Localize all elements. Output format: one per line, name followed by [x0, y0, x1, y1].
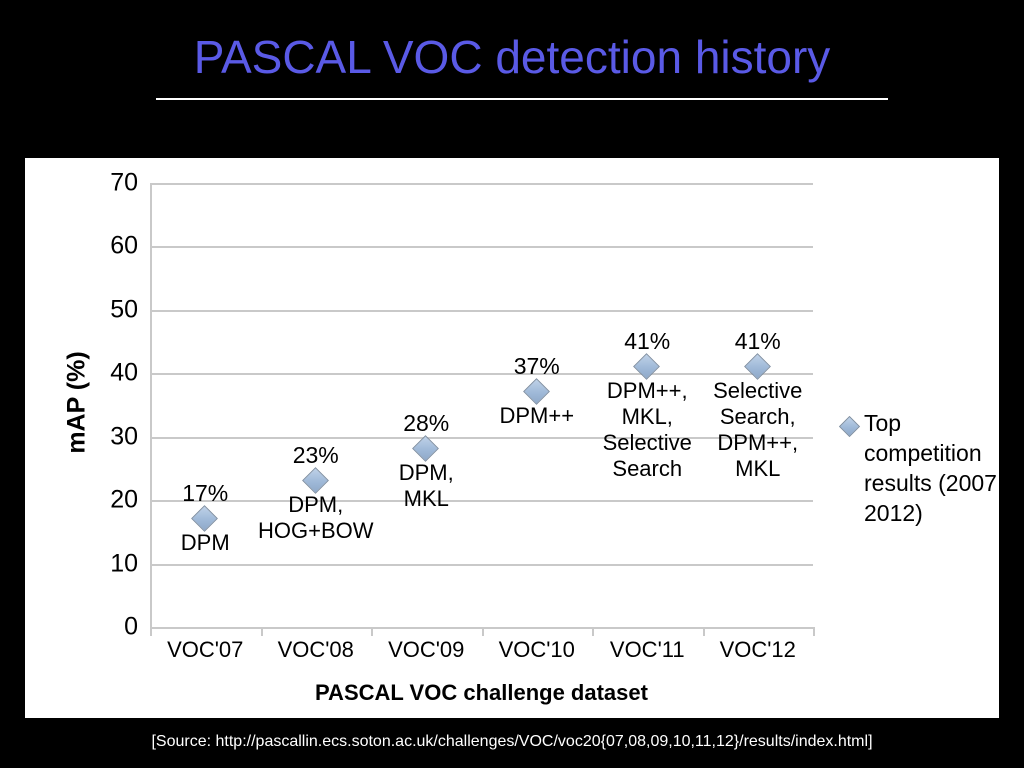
method-label-line: DPM++,	[717, 429, 799, 455]
x-axis-tick-label: VOC'11	[609, 637, 685, 662]
gridline	[150, 309, 813, 312]
x-axis-tick	[592, 627, 594, 636]
data-point-method-label: DPM, MKL	[351, 460, 501, 512]
x-axis-tick-label: VOC'12	[719, 637, 796, 662]
gridline	[150, 183, 813, 185]
x-axis-tick	[813, 627, 815, 636]
method-label-line: Selective	[713, 377, 803, 403]
x-axis-tick-label: VOC'07	[167, 637, 244, 662]
x-axis-tick	[702, 627, 705, 636]
legend-label: Top competition results (2007 - 2012)	[864, 410, 1012, 526]
chart-panel: mAP (%) PASCAL VOC challenge dataset Top…	[25, 158, 1011, 718]
y-axis-tick-label: 30	[110, 422, 138, 451]
y-axis-tick-label: 0	[124, 612, 138, 641]
diamond-marker-icon	[838, 415, 861, 438]
x-axis-tick-label: VOC'10	[498, 637, 575, 662]
data-point-value-label: 41%	[734, 327, 781, 354]
y-axis-tick-label: 70	[110, 168, 138, 197]
data-point-method-label: Selective Search, DPM++, MKL	[683, 378, 833, 482]
x-axis-title: PASCAL VOC challenge dataset	[315, 680, 648, 705]
method-label-line: HOG+BOW	[257, 518, 374, 544]
gridline	[150, 246, 813, 249]
x-axis-tick-label: VOC'09	[388, 637, 465, 662]
gridline	[150, 563, 813, 566]
page-title: PASCAL VOC detection history	[193, 31, 831, 83]
data-point-value-label: 41%	[624, 327, 671, 354]
method-label-line: MKL	[735, 455, 781, 481]
y-axis-tick-label: 40	[110, 358, 138, 387]
x-axis-tick	[481, 627, 484, 636]
x-axis-tick-label: VOC'08	[277, 637, 354, 662]
data-point-value-label: 37%	[513, 353, 560, 380]
source-footnote: [Source: http://pascallin.ecs.soton.ac.u…	[151, 733, 873, 750]
title-underline-rule	[156, 98, 888, 100]
y-axis-tick-label: 60	[110, 231, 138, 260]
y-axis-tick-label: 10	[110, 549, 138, 578]
method-label-line: Search,	[719, 403, 796, 429]
x-axis-tick	[371, 627, 373, 636]
x-axis-tick	[260, 627, 263, 636]
method-label-line: MKL	[403, 486, 449, 512]
y-axis-tick-label: 50	[110, 295, 138, 324]
x-axis-tick	[150, 627, 152, 636]
y-axis-tick-label: 20	[110, 485, 138, 514]
y-axis-title: mAP (%)	[62, 351, 91, 454]
method-label-line: DPM,	[398, 460, 454, 486]
